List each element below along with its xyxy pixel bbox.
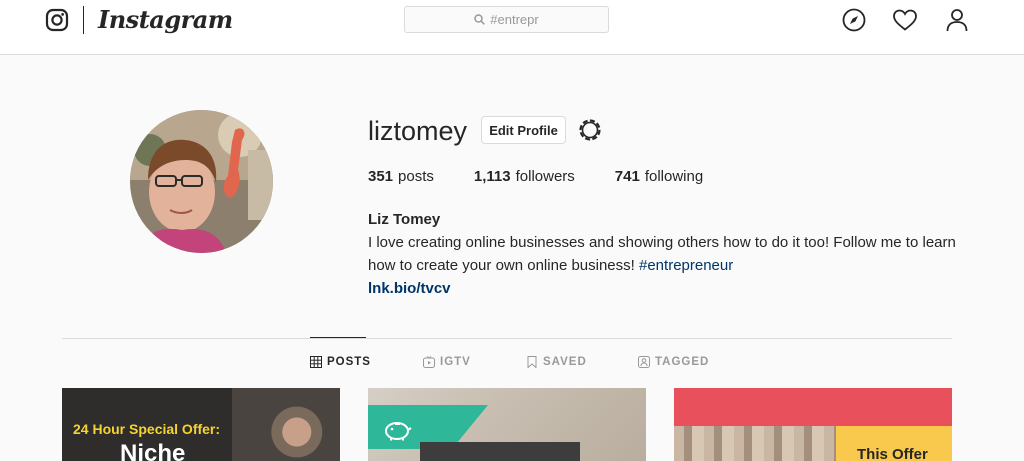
post-callout-text: This Offer [857, 446, 928, 461]
tab-igtv-label: IGTV [440, 356, 471, 368]
profile-username: liztomey [368, 116, 468, 146]
search-input[interactable]: #entrepr [404, 6, 609, 33]
avatar[interactable] [130, 110, 273, 253]
post-title: Niche [120, 440, 186, 461]
bio-hashtag-link[interactable]: #entrepreneur [639, 257, 733, 274]
tab-igtv[interactable]: IGTV [423, 356, 471, 368]
tv-icon [423, 356, 435, 368]
post-photo [232, 388, 340, 461]
post-thumbnail[interactable]: 24 Hour Special Offer: Niche [62, 388, 340, 461]
profile-stats: 351 posts 1,113 followers 741 following [368, 168, 743, 185]
tab-posts-label: POSTS [327, 356, 371, 368]
following-count: 741 [614, 168, 640, 185]
tab-posts[interactable]: POSTS [310, 356, 371, 368]
followers-count: 1,113 [473, 168, 511, 185]
post-photo [674, 426, 844, 461]
posts-stat: 351 posts [368, 168, 434, 185]
post-headline: 24 Hour Special Offer: [73, 421, 221, 437]
edit-profile-button[interactable]: Edit Profile [481, 116, 566, 144]
followers-label: followers [515, 168, 575, 185]
tabs-divider [62, 338, 952, 339]
post-thumbnail[interactable] [368, 388, 646, 461]
active-tab-indicator [310, 337, 366, 338]
top-navigation-bar: Instagram #entrepr [0, 0, 1024, 55]
post-panel [420, 442, 580, 461]
profile-full-name: Liz Tomey [368, 211, 441, 228]
bio-description: I love creating online businesses and sh… [368, 231, 968, 277]
bio-website-link[interactable]: lnk.bio/tvcv [368, 277, 968, 300]
instagram-wordmark-logo[interactable]: Instagram [98, 5, 233, 34]
compass-icon[interactable] [841, 7, 867, 33]
search-icon [474, 14, 486, 25]
tagged-person-icon [638, 356, 650, 368]
profile-bio: Liz Tomey I love creating online busines… [368, 208, 968, 300]
search-input-value: #entrepr [490, 12, 539, 27]
following-stat[interactable]: 741 following [615, 168, 703, 185]
posts-count: 351 [368, 168, 394, 185]
bookmark-icon [526, 356, 538, 368]
piggy-bank-icon [382, 419, 412, 441]
gear-icon[interactable] [577, 117, 603, 143]
logo-divider [83, 6, 84, 34]
instagram-glyph-icon[interactable] [45, 8, 69, 32]
posts-label: posts [398, 168, 434, 185]
following-label: following [644, 168, 704, 185]
tab-tagged-label: TAGGED [655, 356, 710, 368]
grid-icon [310, 356, 322, 368]
person-icon[interactable] [944, 7, 970, 33]
tab-saved[interactable]: SAVED [526, 356, 587, 368]
followers-stat[interactable]: 1,113 followers [474, 168, 575, 185]
post-thumbnail[interactable]: This Offer [674, 388, 952, 461]
tab-saved-label: SAVED [543, 356, 587, 368]
tab-tagged[interactable]: TAGGED [638, 356, 709, 368]
heart-icon[interactable] [892, 7, 918, 33]
